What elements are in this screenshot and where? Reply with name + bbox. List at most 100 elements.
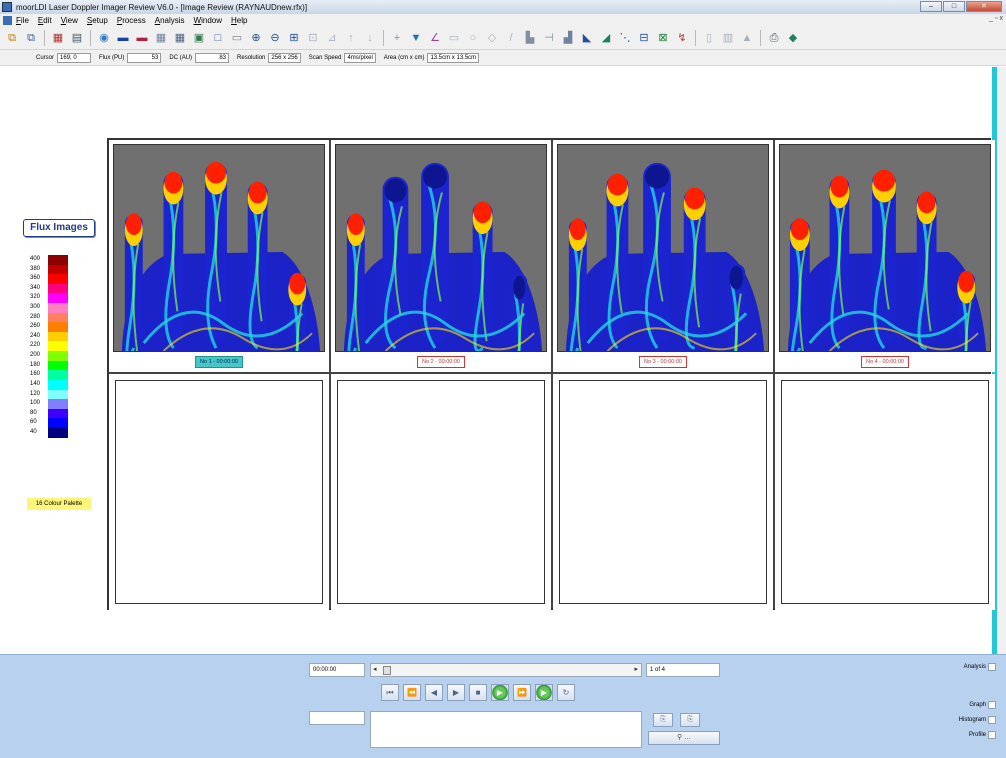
image-tag-3[interactable]: No 3 - 00:00:00: [639, 356, 687, 368]
image-cell-2[interactable]: No 2 - 00:00:00: [331, 140, 551, 372]
close-button[interactable]: ✕: [966, 1, 1002, 12]
clipboard-icon[interactable]: ▤: [69, 30, 85, 46]
document-icon[interactable]: [3, 15, 12, 25]
copy-icon[interactable]: ⧉: [23, 30, 39, 46]
maximize-button[interactable]: □: [943, 1, 965, 12]
image-tag-4[interactable]: No 4 - 00:00:00: [861, 356, 909, 368]
zoom-fit-icon[interactable]: ▭: [229, 30, 245, 46]
fast-forward-button[interactable]: ⏩: [513, 684, 531, 701]
minimize-button[interactable]: –: [920, 1, 942, 12]
zoom-out-icon[interactable]: ⊖: [267, 30, 283, 46]
analysis-toggle[interactable]: Analysis: [964, 663, 996, 671]
flux-image-3[interactable]: [557, 144, 769, 352]
image-cell-4[interactable]: No 4 - 00:00:00: [775, 140, 995, 372]
compare-icon[interactable]: ⊟: [636, 30, 652, 46]
image-tag-2[interactable]: No 2 - 00:00:00: [417, 356, 465, 368]
chart-columns-icon[interactable]: ▥: [720, 30, 736, 46]
flux-images-button[interactable]: Flux Images: [23, 219, 95, 237]
notes-area[interactable]: [370, 711, 642, 748]
rectangle-icon[interactable]: ▭: [446, 30, 462, 46]
menu-window[interactable]: Window: [194, 16, 222, 25]
rotate-icon[interactable]: ◣: [579, 30, 595, 46]
time-field[interactable]: 00:00:00: [309, 663, 365, 677]
profile-checkbox[interactable]: [988, 731, 996, 739]
menu-file[interactable]: File: [16, 16, 29, 25]
flux-image-1[interactable]: [113, 144, 325, 352]
zoom-in-icon[interactable]: ⊕: [248, 30, 264, 46]
stop-button[interactable]: ■: [469, 684, 487, 701]
loop-button[interactable]: ↻: [557, 684, 575, 701]
menu-analysis[interactable]: Analysis: [155, 16, 185, 25]
export-image-button[interactable]: ⎘: [653, 713, 673, 727]
copy-image-button[interactable]: ⎘: [680, 713, 700, 727]
profile-toggle[interactable]: Profile: [969, 731, 996, 739]
display-image-icon[interactable]: ▬: [115, 30, 131, 46]
angle-icon[interactable]: ∠: [427, 30, 443, 46]
histogram-icon[interactable]: ▟: [560, 30, 576, 46]
empty-cell-6[interactable]: [331, 374, 551, 610]
filter-icon[interactable]: ▼: [408, 30, 424, 46]
flux-image-2[interactable]: [335, 144, 547, 352]
polygon-icon[interactable]: ⊿: [324, 30, 340, 46]
frame-icon[interactable]: □: [210, 30, 226, 46]
rewind-button[interactable]: ⏪: [403, 684, 421, 701]
stats-icon[interactable]: ⋱: [617, 30, 633, 46]
empty-cell-7[interactable]: [553, 374, 773, 610]
histogram-checkbox[interactable]: [988, 716, 996, 724]
grid-detail-icon[interactable]: ▦: [172, 30, 188, 46]
menu-view[interactable]: View: [61, 16, 78, 25]
bar-chart-icon[interactable]: ▙: [522, 30, 538, 46]
histogram-toggle[interactable]: Histogram: [959, 716, 996, 724]
image-cell-1[interactable]: No 1 - 00:00:00: [109, 140, 329, 372]
line-icon[interactable]: /: [503, 30, 519, 46]
empty-image-slot[interactable]: [337, 380, 545, 604]
export-icon[interactable]: ⊠: [655, 30, 671, 46]
mountain-icon[interactable]: ▲: [739, 30, 755, 46]
circle-icon[interactable]: ○: [465, 30, 481, 46]
menu-edit[interactable]: Edit: [38, 16, 52, 25]
empty-image-slot[interactable]: [115, 380, 323, 604]
open-file-icon[interactable]: ⧉: [4, 30, 20, 46]
menu-setup[interactable]: Setup: [87, 16, 108, 25]
grid-view-icon[interactable]: ▦: [153, 30, 169, 46]
mdi-minimize-button[interactable]: _: [989, 15, 993, 22]
find-button[interactable]: ⚲ …: [648, 731, 720, 745]
menu-process[interactable]: Process: [117, 16, 146, 25]
globe-icon[interactable]: ◉: [96, 30, 112, 46]
move-down-icon[interactable]: ↓: [362, 30, 378, 46]
photo-icon[interactable]: ▬: [134, 30, 150, 46]
first-frame-button[interactable]: ⏮: [381, 684, 399, 701]
colour-map-icon[interactable]: ◢: [598, 30, 614, 46]
cross-hair-icon[interactable]: +: [389, 30, 405, 46]
print-preview-icon[interactable]: ▦: [50, 30, 66, 46]
graph-checkbox[interactable]: [988, 701, 996, 709]
empty-cell-8[interactable]: [775, 374, 995, 610]
camera-icon[interactable]: ▣: [191, 30, 207, 46]
note-field[interactable]: [309, 711, 365, 725]
empty-cell-5[interactable]: [109, 374, 329, 610]
select-region-icon[interactable]: ⊞: [286, 30, 302, 46]
record-button[interactable]: ▶: [491, 684, 509, 701]
palette-name-button[interactable]: 16 Colour Palette: [27, 498, 91, 510]
mdi-restore-button[interactable]: ▫: [995, 15, 997, 22]
empty-image-slot[interactable]: [781, 380, 989, 604]
chart-icon[interactable]: ↯: [674, 30, 690, 46]
profile-icon[interactable]: ⊣: [541, 30, 557, 46]
help-icon[interactable]: ◆: [785, 30, 801, 46]
slider-left-arrow[interactable]: ◂: [373, 664, 377, 676]
analysis-checkbox[interactable]: [988, 663, 996, 671]
image-tag-1[interactable]: No 1 - 00:00:00: [195, 356, 243, 368]
frame-slider[interactable]: ◂ ▸: [370, 663, 642, 677]
move-up-icon[interactable]: ↑: [343, 30, 359, 46]
slider-thumb[interactable]: [383, 666, 391, 675]
empty-image-slot[interactable]: [559, 380, 767, 604]
record-loop-button[interactable]: ▶: [535, 684, 553, 701]
mdi-close-button[interactable]: x: [1000, 15, 1004, 22]
step-back-button[interactable]: ◀: [425, 684, 443, 701]
image-cell-3[interactable]: No 3 - 00:00:00: [553, 140, 773, 372]
play-button[interactable]: ▶: [447, 684, 465, 701]
graph-toggle[interactable]: Graph: [969, 701, 996, 709]
printer-icon[interactable]: ⎙: [766, 30, 782, 46]
menu-help[interactable]: Help: [231, 16, 247, 25]
slider-right-arrow[interactable]: ▸: [634, 664, 638, 676]
